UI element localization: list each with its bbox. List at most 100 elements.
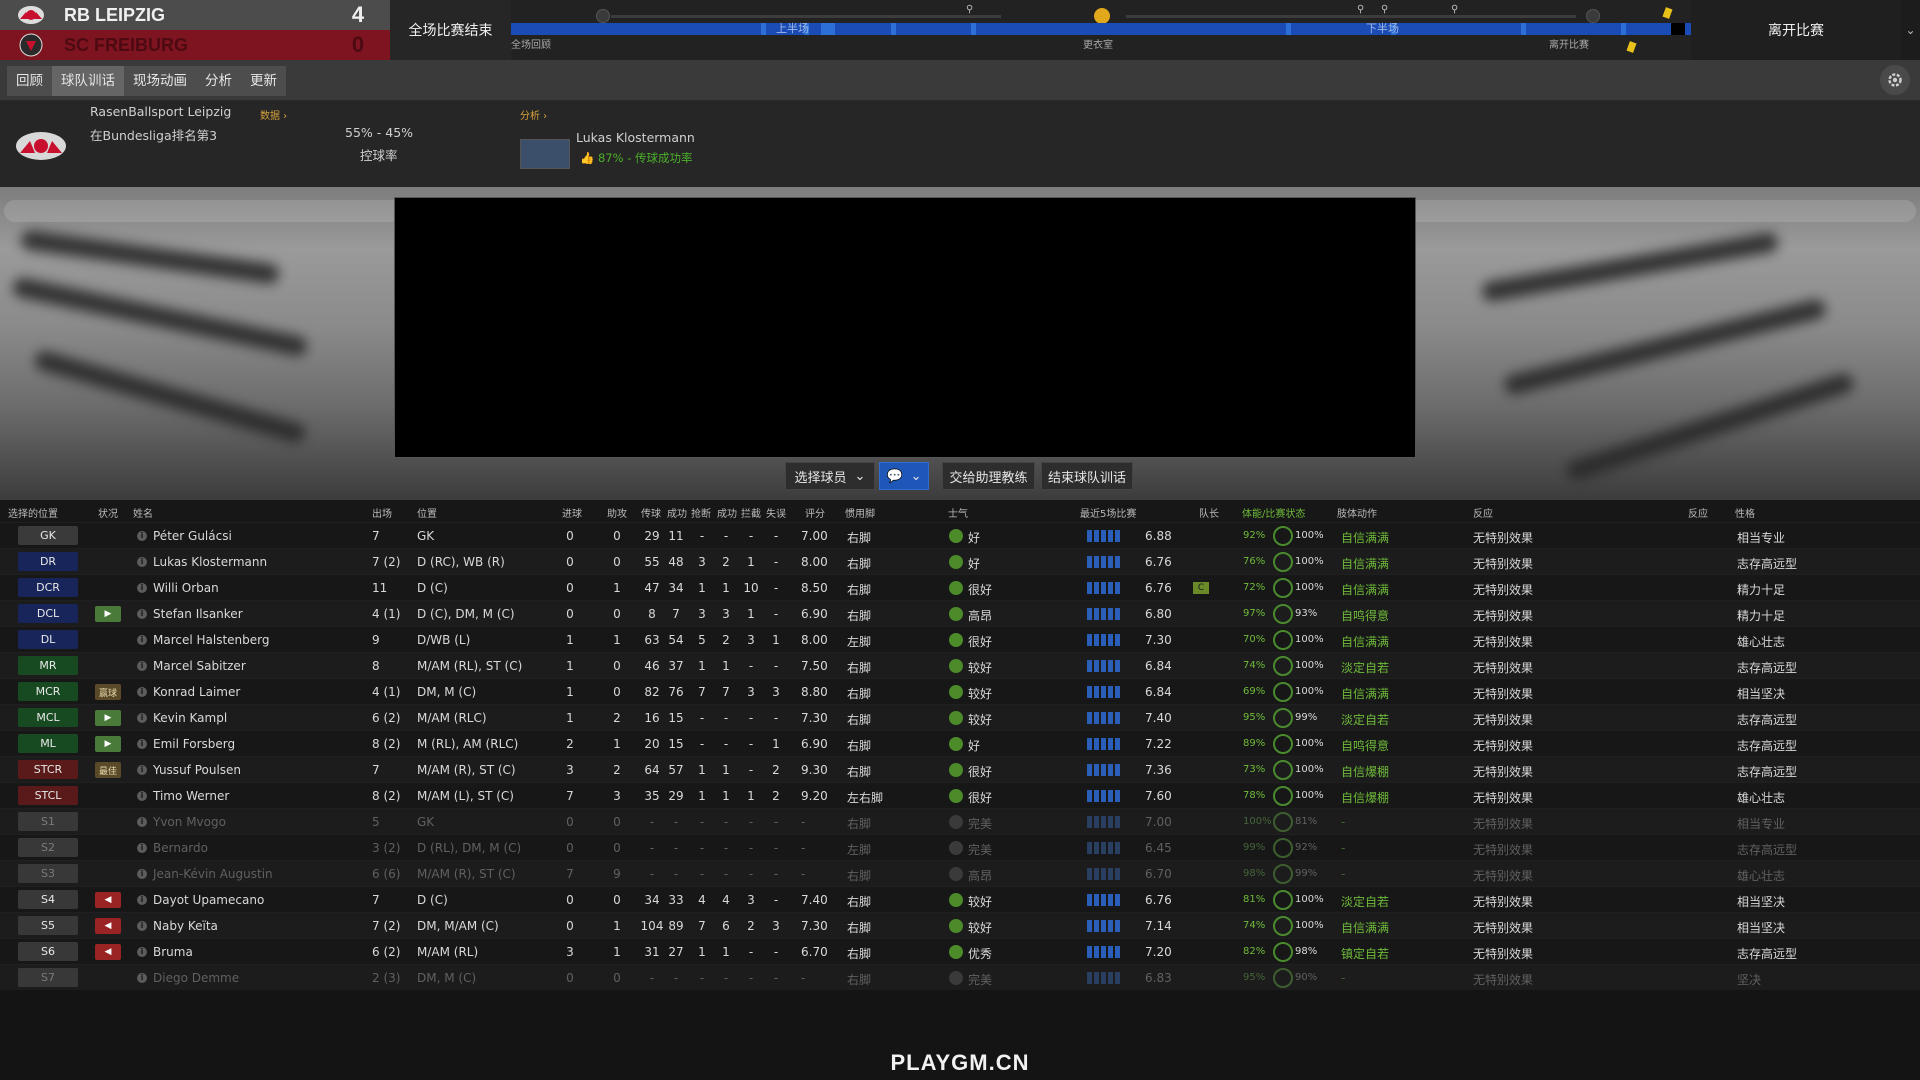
player-name[interactable]: Stefan Ilsanker [153,607,243,621]
table-row[interactable]: MCR 赢球 i Konrad Laimer 4 (1) DM, M (C) 1 0 82 76 7… [0,678,1920,704]
position-selector[interactable]: DCL [18,604,78,623]
player-name[interactable]: Marcel Halstenberg [153,633,270,647]
column-header[interactable]: 进球 [562,505,582,520]
position-selector[interactable]: STCL [18,786,78,805]
tab-updates[interactable]: 更新 [241,66,286,96]
player-name[interactable]: Marcel Sabitzer [153,659,246,673]
player-name[interactable]: Emil Forsberg [153,737,235,751]
player-name[interactable]: Péter Gulácsi [153,529,232,543]
info-icon[interactable]: i [137,947,147,957]
player-name[interactable]: Dayot Upamecano [153,893,264,907]
select-player-dropdown[interactable]: 选择球员 ⌄ [785,462,875,490]
column-header[interactable]: 队长 [1199,505,1219,520]
assistant-coach-button[interactable]: 交给助理教练 [942,462,1035,490]
column-header[interactable]: 出场 [372,505,392,520]
column-header[interactable]: 成功 [717,505,737,520]
position-selector[interactable]: S5 [18,916,78,935]
position-selector[interactable]: S1 [18,812,78,831]
player-name[interactable]: Bruma [153,945,193,959]
position-selector[interactable]: DCR [18,578,78,597]
info-icon[interactable]: i [137,713,147,723]
info-icon[interactable]: i [137,791,147,801]
tab-live-animation[interactable]: 现场动画 [124,66,196,96]
info-icon[interactable]: i [137,557,147,567]
column-header[interactable]: 选择的位置 [8,505,58,520]
timeline-bar[interactable]: 上半场 下半场 [511,22,1691,35]
table-row[interactable]: DL i Marcel Halstenberg 9 D/WB (L) 1 1 63 54 5 2 3 1… [0,626,1920,652]
speech-bubble-dropdown[interactable]: 💬 ⌄ [879,462,929,490]
column-header[interactable]: 反应 [1688,505,1708,520]
tab-analysis[interactable]: 分析 [196,66,241,96]
info-icon[interactable]: i [137,583,147,593]
column-header[interactable]: 性格 [1735,505,1755,520]
info-icon[interactable]: i [137,609,147,619]
column-header[interactable]: 惯用脚 [845,505,875,520]
column-header[interactable]: 肢体动作 [1337,505,1377,520]
table-row[interactable]: ML ▶ i Emil Forsberg 8 (2) M (RL), AM (RLC) 2 1… [0,730,1920,756]
timeline-kickoff-dot[interactable] [596,9,610,23]
end-team-talk-button[interactable]: 结束球队训话 [1041,462,1133,490]
player-name[interactable]: Timo Werner [153,789,229,803]
column-header[interactable]: 状况 [98,505,118,520]
info-icon[interactable]: i [137,661,147,671]
table-row[interactable]: STCL i Timo Werner 8 (2) M/AM (L), ST (C) 7 3 3… [0,782,1920,808]
position-selector[interactable]: DL [18,630,78,649]
column-header[interactable]: 姓名 [133,505,153,520]
info-icon[interactable]: i [137,739,147,749]
column-header[interactable]: 抢断 [691,505,711,520]
column-header[interactable]: 反应 [1473,505,1493,520]
table-row[interactable]: S3 i Jean-Kévin Augustin 6 (6) M/AM (R), ST … [0,860,1920,886]
column-header[interactable]: 士气 [948,505,968,520]
position-selector[interactable]: MCR [18,682,78,701]
chevron-down-icon[interactable]: ⌄ [1901,0,1920,60]
table-row[interactable]: S6 ◀ i Bruma 6 (2) M/AM (RL) 3 1 31 27 1 1- -6.70 右脚优… [0,938,1920,964]
column-header[interactable]: 评分 [805,505,825,520]
position-selector[interactable]: S3 [18,864,78,883]
info-icon[interactable]: i [137,921,147,931]
column-header[interactable]: 体能/比赛状态 [1242,505,1305,520]
timeline-mark-leave[interactable]: 离开比赛 [1549,36,1589,51]
table-row[interactable]: S1 i Yvon Mvogo 5 GK 0 0 - - - - - - - 右脚 完美 7.00 100% 81%… [0,808,1920,834]
player-name[interactable]: Konrad Laimer [153,685,240,699]
info-icon[interactable]: i [137,895,147,905]
player-name[interactable]: Jean-Kévin Augustin [153,867,273,881]
position-selector[interactable]: MCL [18,708,78,727]
column-header[interactable]: 助攻 [607,505,627,520]
position-selector[interactable]: S2 [18,838,78,857]
highlight-player-name[interactable]: Lukas Klostermann [576,130,695,145]
table-row[interactable]: S4 ◀ i Dayot Upamecano 7 D (C) 0 0 34 33 4 4 3 - 7.40 右… [0,886,1920,912]
info-icon[interactable]: i [137,531,147,541]
position-selector[interactable]: ML [18,734,78,753]
info-icon[interactable]: i [137,869,147,879]
table-row[interactable]: S5 ◀ i Naby Keïta 7 (2) DM, M/AM (C) 0 1 104 89 7 6… [0,912,1920,938]
table-row[interactable]: DCR i Willi Orban 11 D (C) 0 1 47 34 1 1 10-8.50 右脚很… [0,574,1920,600]
table-row[interactable]: MR i Marcel Sabitzer 8 M/AM (RL), ST (C) 1 0 46… [0,652,1920,678]
info-icon[interactable]: i [137,635,147,645]
player-name[interactable]: Kevin Kampl [153,711,227,725]
info-icon[interactable]: i [137,843,147,853]
analysis-link[interactable]: 分析 › [520,107,547,122]
leave-match-button[interactable]: 离开比赛 [1691,0,1901,60]
player-name[interactable]: Bernardo [153,841,208,855]
info-icon[interactable]: i [137,765,147,775]
player-name[interactable]: Lukas Klostermann [153,555,267,569]
column-header[interactable]: 位置 [417,505,437,520]
player-name[interactable]: Willi Orban [153,581,219,595]
table-row[interactable]: S2 i Bernardo 3 (2) D (RL), DM, M (C) 0 0 - - - - -… [0,834,1920,860]
tab-team-talk[interactable]: 球队训话 [52,66,124,96]
position-selector[interactable]: MR [18,656,78,675]
table-row[interactable]: S7 i Diego Demme 2 (3) DM, M (C) 0 0 - - - - - - - 右脚 完… [0,964,1920,990]
info-icon[interactable]: i [137,687,147,697]
column-header[interactable]: 拦截 [741,505,761,520]
table-row[interactable]: DR i Lukas Klostermann 7 (2) D (RC), WB (R) 0… [0,548,1920,574]
table-row[interactable]: DCL ▶ i Stefan Ilsanker 4 (1) D (C), DM, M (C… [0,600,1920,626]
info-icon[interactable]: i [137,973,147,983]
position-selector[interactable]: S4 [18,890,78,909]
match-timeline[interactable]: 上半场 下半场 全场回顾 更衣室 离开比赛 ⚲ ⚲ ⚲ ⚲ [511,0,1691,60]
position-selector[interactable]: S6 [18,942,78,961]
table-row[interactable]: STCR 最佳 i Yussuf Poulsen 7 M/AM (R), ST (C) 3 2… [0,756,1920,782]
position-selector[interactable]: DR [18,552,78,571]
info-icon[interactable]: i [137,817,147,827]
table-row[interactable]: GK i Péter Gulácsi 7 GK 0 0 29 11 - - - - 7.00 右脚 好 6.88… [0,522,1920,548]
position-selector[interactable]: S7 [18,968,78,987]
